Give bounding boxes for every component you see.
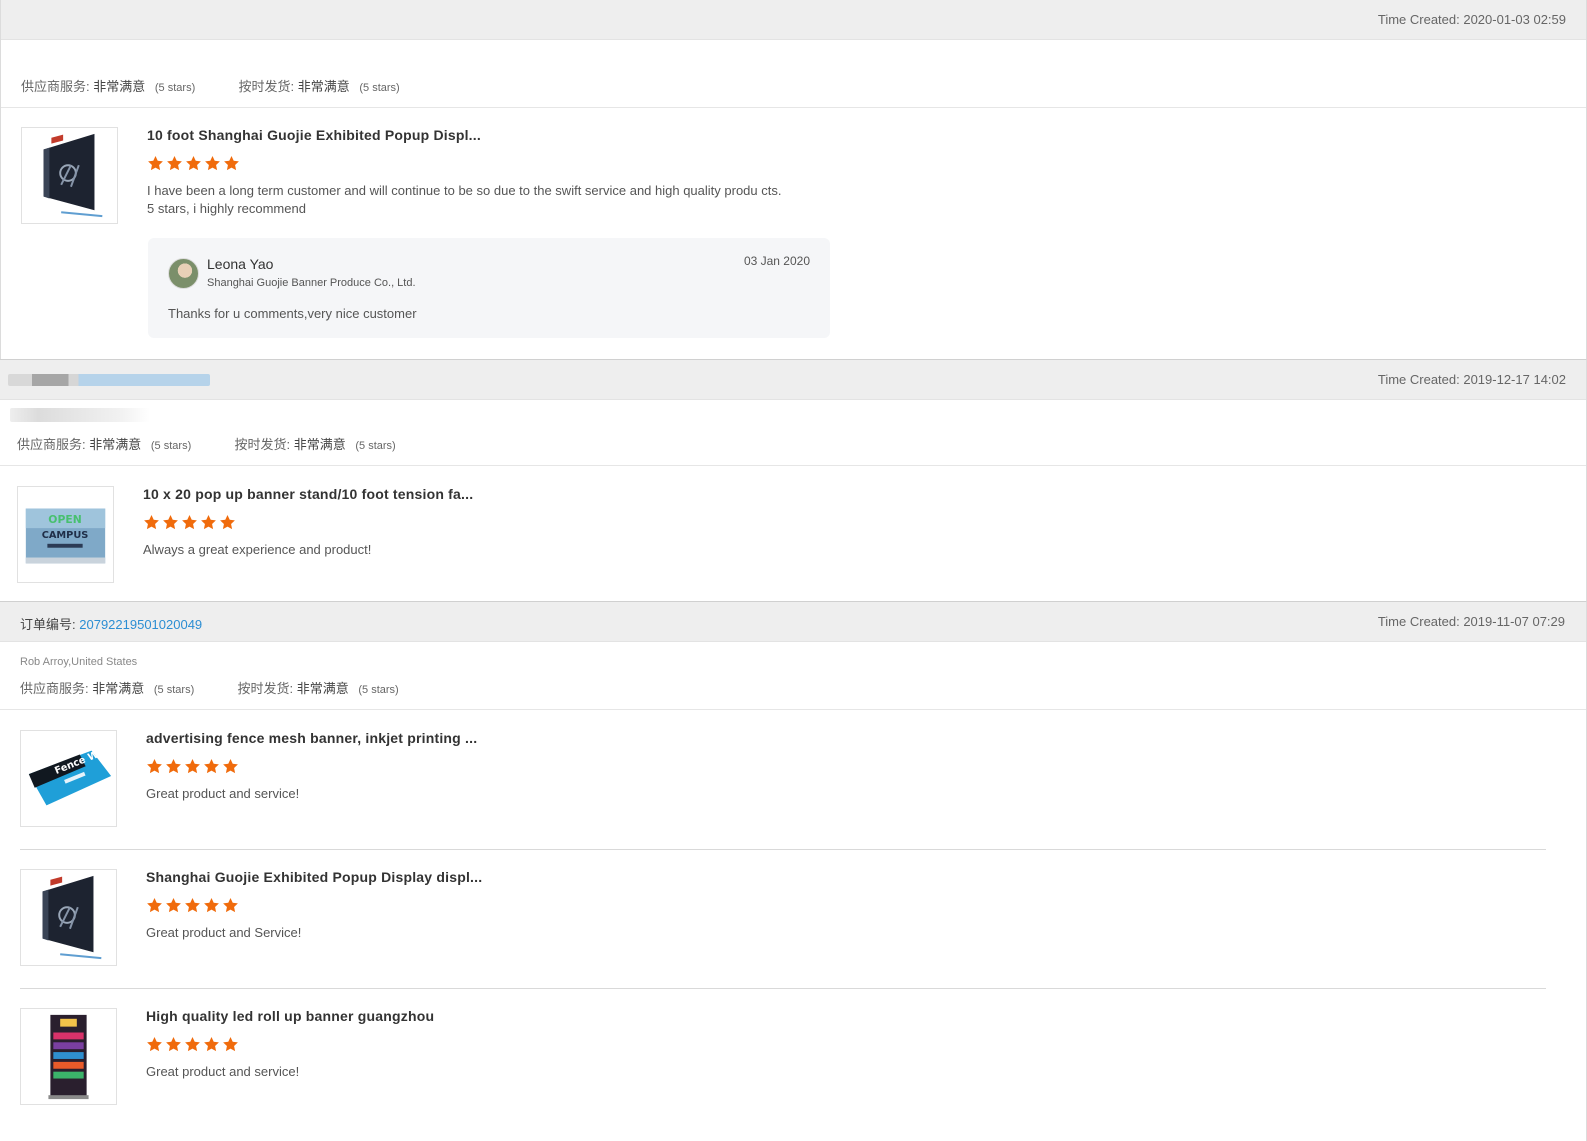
product-review: Shanghai Guojie Exhibited Popup Display … (20, 869, 1566, 969)
product-divider (20, 988, 1546, 989)
star-icon (162, 514, 179, 531)
star-icon (222, 758, 239, 775)
review-card: Time Created: 2019-12-17 14:02 供应商服务: 非常… (0, 359, 1587, 601)
star-rating (146, 1036, 239, 1053)
delivery-value: 非常满意 (296, 681, 349, 696)
star-icon (147, 155, 164, 172)
star-icon (143, 514, 160, 531)
review-meta: 供应商服务: 非常满意 (5 stars) 按时发货: 非常满意 (5 star… (0, 400, 1586, 466)
star-rating (146, 897, 239, 914)
review-comment: Great product and Service! (146, 925, 302, 940)
star-icon (203, 1036, 220, 1053)
review-card: 订单编号: 20792219501020049 Time Created: 20… (0, 601, 1587, 1141)
supplier-service-label: 供应商服务: (20, 681, 89, 696)
star-icon (184, 758, 201, 775)
reply-author-name: Leona Yao (207, 256, 274, 272)
fence-wrap-banner-icon[interactable] (20, 730, 117, 827)
delivery-stars: (5 stars) (359, 82, 400, 94)
supplier-service-value: 非常满意 (89, 437, 142, 452)
star-icon (146, 1036, 163, 1053)
delivery-label: 按时发货: (237, 681, 294, 696)
time-created: Time Created: 2019-12-17 14:02 (1377, 372, 1566, 387)
blurred-buyer-name (10, 408, 150, 422)
reply-text: Thanks for u comments,very nice customer (168, 306, 417, 321)
star-icon (185, 155, 202, 172)
product-divider (20, 849, 1546, 850)
review-header: Time Created: 2020-01-03 02:59 (1, 0, 1586, 40)
delivery-stars: (5 stars) (355, 440, 396, 452)
star-icon (146, 758, 163, 775)
ratings-line: 供应商服务: 非常满意 (5 stars) 按时发货: 非常满意 (5 star… (21, 76, 400, 95)
supplier-service-label: 供应商服务: (17, 437, 86, 452)
review-meta: Rob Arroy,United States 供应商服务: 非常满意 (5 s… (0, 642, 1586, 710)
star-icon (219, 514, 236, 531)
star-icon (165, 758, 182, 775)
star-icon (222, 897, 239, 914)
delivery-value: 非常满意 (297, 79, 350, 94)
buyer-name: Rob Arroy,United States (20, 656, 138, 668)
star-icon (184, 897, 201, 914)
black-popup-display-icon[interactable] (20, 869, 117, 966)
review-header: Time Created: 2019-12-17 14:02 (0, 360, 1586, 400)
blurred-order-info (8, 374, 210, 386)
star-icon (203, 758, 220, 775)
product-review: High quality led roll up banner guangzho… (20, 1008, 1566, 1108)
review-comment: Great product and service! (146, 1064, 300, 1079)
product-review: advertising fence mesh banner, inkjet pr… (20, 730, 1566, 830)
product-review: 10 x 20 pop up banner stand/10 foot tens… (17, 486, 1566, 586)
time-created: Time Created: 2020-01-03 02:59 (1377, 12, 1566, 27)
order-number: 订单编号: 20792219501020049 (20, 614, 202, 633)
product-title-link[interactable]: 10 x 20 pop up banner stand/10 foot tens… (143, 486, 473, 502)
open-campus-banner-icon[interactable] (17, 486, 114, 583)
reply-company: Shanghai Guojie Banner Produce Co., Ltd. (207, 277, 416, 289)
review-card: Time Created: 2020-01-03 02:59 供应商服务: 非常… (0, 0, 1587, 359)
star-icon (203, 897, 220, 914)
product-title-link[interactable]: advertising fence mesh banner, inkjet pr… (146, 730, 477, 746)
star-icon (165, 897, 182, 914)
order-number-link[interactable]: 20792219501020049 (79, 617, 202, 632)
delivery-value: 非常满意 (293, 437, 346, 452)
star-icon (184, 1036, 201, 1053)
star-icon (222, 1036, 239, 1053)
delivery-label: 按时发货: (234, 437, 291, 452)
review-header: 订单编号: 20792219501020049 Time Created: 20… (0, 602, 1586, 642)
supplier-service-label: 供应商服务: (21, 79, 90, 94)
product-review: 10 foot Shanghai Guojie Exhibited Popup … (21, 127, 1566, 227)
star-rating (143, 514, 236, 531)
ratings-line: 供应商服务: 非常满意 (5 stars) 按时发货: 非常满意 (5 star… (20, 678, 399, 697)
supplier-reply: Leona Yao Shanghai Guojie Banner Produce… (148, 238, 830, 338)
supplier-service-stars: (5 stars) (154, 82, 196, 94)
supplier-service-stars: (5 stars) (153, 684, 195, 696)
product-title-link[interactable]: 10 foot Shanghai Guojie Exhibited Popup … (147, 127, 481, 143)
roll-up-banner-icon[interactable] (20, 1008, 117, 1105)
delivery-stars: (5 stars) (358, 684, 399, 696)
ratings-line: 供应商服务: 非常满意 (5 stars) 按时发货: 非常满意 (5 star… (17, 434, 396, 453)
star-rating (147, 155, 240, 172)
reply-date: 03 Jan 2020 (743, 254, 810, 268)
product-title-link[interactable]: High quality led roll up banner guangzho… (146, 1008, 434, 1024)
star-icon (181, 514, 198, 531)
star-icon (204, 155, 221, 172)
time-created: Time Created: 2019-11-07 07:29 (1377, 614, 1565, 629)
review-comment: Always a great experience and product! (143, 542, 372, 557)
star-icon (200, 514, 217, 531)
delivery-label: 按时发货: (238, 79, 295, 94)
review-meta: 供应商服务: 非常满意 (5 stars) 按时发货: 非常满意 (5 star… (1, 40, 1586, 108)
star-icon (223, 155, 240, 172)
supplier-service-value: 非常满意 (92, 681, 145, 696)
review-comment: Great product and service! (146, 786, 300, 801)
star-icon (165, 1036, 182, 1053)
supplier-service-value: 非常满意 (93, 79, 146, 94)
review-comment: I have been a long term customer and wil… (147, 183, 782, 216)
black-popup-display-icon[interactable] (21, 127, 118, 224)
order-number-label: 订单编号: (20, 617, 76, 632)
product-title-link[interactable]: Shanghai Guojie Exhibited Popup Display … (146, 869, 482, 885)
star-icon (166, 155, 183, 172)
star-rating (146, 758, 239, 775)
supplier-service-stars: (5 stars) (150, 440, 192, 452)
avatar (168, 258, 199, 289)
star-icon (146, 897, 163, 914)
